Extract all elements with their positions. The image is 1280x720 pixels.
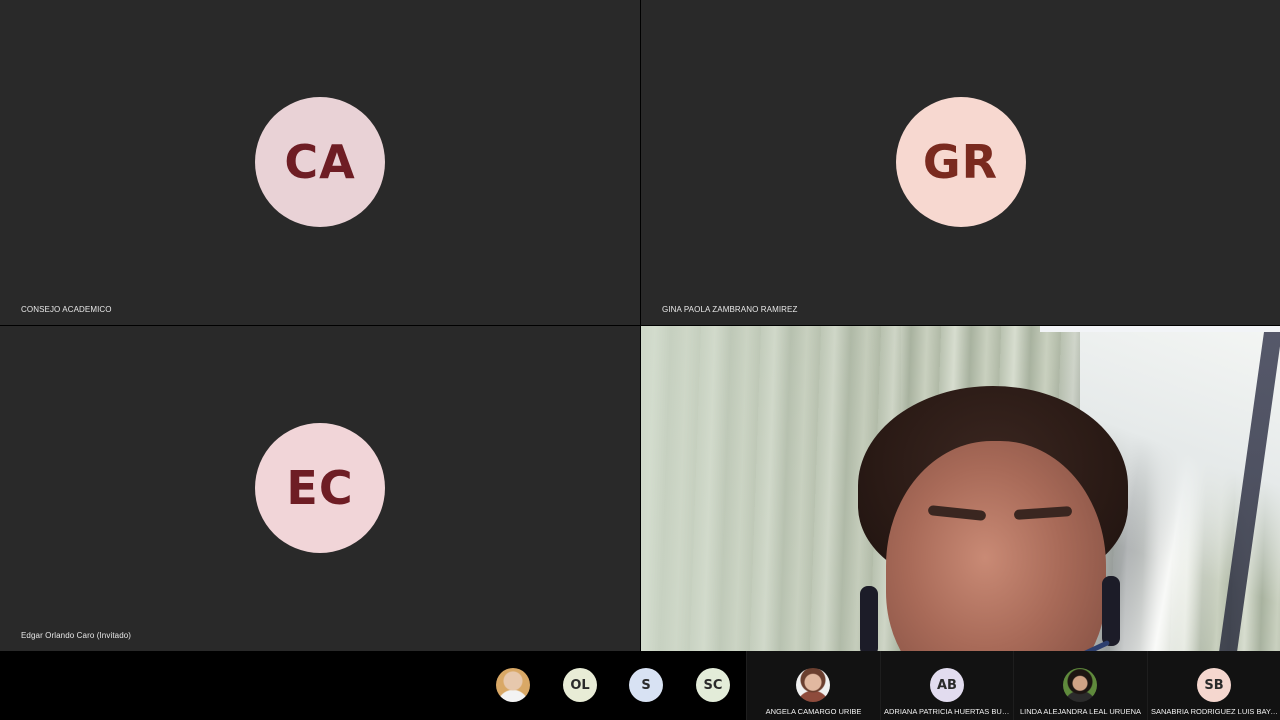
meeting-gallery: CA CONSEJO ACADEMICO GR GINA PAOLA ZAMBR…	[0, 0, 1280, 720]
participant-panel-adriana[interactable]: AB ADRIANA PATRICIA HUERTAS BUST...	[880, 651, 1014, 720]
video-feed	[641, 326, 1280, 651]
participant-name-label: Edgar Orlando Caro (Invitado)	[21, 631, 132, 640]
participant-panel-sanabria[interactable]: SB SANABRIA RODRIGUEZ LUIS BAYAR...	[1147, 651, 1280, 720]
participant-avatar: EC	[255, 423, 385, 553]
speaker-person	[846, 386, 1136, 651]
participant-name-label: LINDA ALEJANDRA LEAL URUENA	[1019, 707, 1142, 716]
participant-panel-angela[interactable]: ANGELA CAMARGO URIBE	[746, 651, 880, 720]
participant-tile-gina-paola[interactable]: GR GINA PAOLA ZAMBRANO RAMIREZ	[641, 0, 1280, 325]
background-ceiling	[1040, 326, 1280, 332]
headset-icon	[860, 586, 878, 651]
participant-tile-consejo-academico[interactable]: CA CONSEJO ACADEMICO	[0, 0, 640, 325]
participant-name-label: CONSEJO ACADEMICO	[21, 305, 112, 314]
participant-name-label: ANGELA CAMARGO URIBE	[765, 707, 862, 716]
participant-video-tile[interactable]	[641, 326, 1280, 651]
participant-strip: OL S SC ANGELA CAMARGO URIBE AB ADRIANA …	[0, 651, 1280, 720]
participant-avatar: CA	[255, 97, 385, 227]
person-photo-icon	[796, 668, 830, 702]
participant-mini-avatar[interactable]: S	[629, 668, 663, 702]
participant-mini-avatar[interactable]: SC	[696, 668, 730, 702]
person-photo-icon[interactable]	[496, 668, 530, 702]
participant-mini-avatar: SB	[1197, 668, 1231, 702]
person-photo-icon	[1063, 668, 1097, 702]
headset-icon	[1102, 576, 1120, 646]
participant-tile-edgar-orlando[interactable]: EC Edgar Orlando Caro (Invitado)	[0, 326, 640, 651]
participant-name-label: SANABRIA RODRIGUEZ LUIS BAYAR...	[1151, 707, 1280, 716]
participant-mini-avatar[interactable]: OL	[563, 668, 597, 702]
participant-mini-avatar: AB	[930, 668, 964, 702]
participant-panel-linda[interactable]: LINDA ALEJANDRA LEAL URUENA	[1013, 651, 1147, 720]
participant-name-label: ADRIANA PATRICIA HUERTAS BUST...	[884, 707, 1014, 716]
participant-avatar: GR	[895, 97, 1026, 227]
participant-name-label: GINA PAOLA ZAMBRANO RAMIREZ	[662, 305, 798, 314]
